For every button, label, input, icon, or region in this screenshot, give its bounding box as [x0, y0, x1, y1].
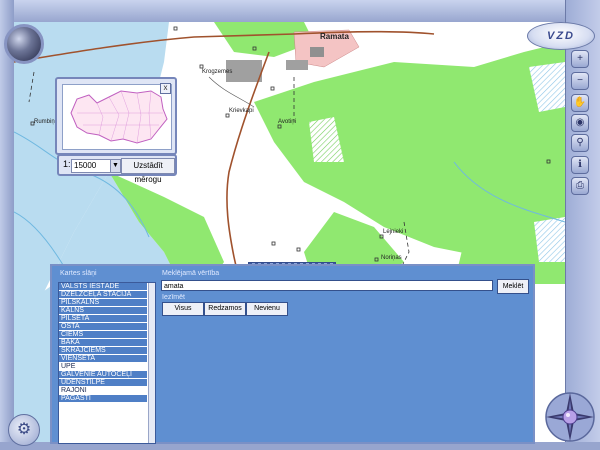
layer-item[interactable]: CIEMS: [59, 331, 147, 339]
settings-gear-icon[interactable]: ⚙: [8, 414, 40, 446]
latvia-outline: [70, 90, 168, 144]
chevron-down-icon[interactable]: ▼: [110, 159, 121, 173]
select-none-button[interactable]: Nevienu: [246, 302, 288, 316]
layer-item[interactable]: BĀKA: [59, 339, 147, 347]
zoom-in-icon[interactable]: +: [571, 50, 589, 68]
layer-item[interactable]: OSTA: [59, 323, 147, 331]
search-input[interactable]: amata: [161, 280, 493, 291]
overview-map[interactable]: [62, 84, 172, 150]
place-label-lejnieki: Lejnieki: [383, 229, 403, 235]
layer-item[interactable]: VIENSĒTA: [59, 355, 147, 363]
place-label-krievkapi: Krievkapi: [229, 108, 254, 114]
building: [286, 60, 308, 70]
layer-list[interactable]: VALSTS IESTĀDE DZELZCEĻA STACIJA PILSKALNS…: [58, 282, 156, 444]
print-icon[interactable]: ⎙: [571, 177, 589, 195]
scale-control: 1: 15000 ▼ Uzstādīt mērogu: [57, 154, 177, 184]
layer-item[interactable]: SKRAJCIEMS: [59, 347, 147, 355]
pan-hand-icon[interactable]: ✋: [571, 94, 589, 112]
measure-icon[interactable]: ⚲: [571, 134, 589, 152]
compass-icon[interactable]: [543, 390, 597, 444]
globe-icon[interactable]: [4, 24, 44, 64]
place-label-avotini: Avotiņi: [278, 119, 296, 125]
info-icon[interactable]: ℹ: [571, 156, 589, 174]
layer-item[interactable]: ŪDENSTILPE: [59, 379, 147, 387]
set-scale-button[interactable]: Uzstādīt mērogu: [121, 158, 175, 184]
place-label-ramata: Ramata: [320, 32, 349, 41]
layer-item[interactable]: DZELZCEĻA STACIJA: [59, 291, 147, 299]
results-area: [160, 318, 528, 442]
layers-label: Kartes slāņi: [60, 270, 97, 277]
select-visible-button[interactable]: Redzamos: [204, 302, 246, 316]
select-all-button[interactable]: Visus: [162, 302, 204, 316]
building: [310, 47, 324, 57]
layer-list-scrollbar[interactable]: [148, 283, 155, 443]
close-icon[interactable]: x: [160, 83, 171, 94]
layer-item[interactable]: PILSĒTA: [59, 315, 147, 323]
scale-prefix: 1:: [63, 159, 71, 169]
place-label-rumbini: Rumbiņi: [34, 119, 56, 125]
layer-item[interactable]: VALSTS IESTĀDE: [59, 283, 147, 291]
scale-select[interactable]: 15000: [71, 159, 113, 173]
left-frame: [0, 0, 14, 450]
identify-icon[interactable]: ◉: [571, 114, 589, 132]
place-label-krogzemes: Krogzemes: [202, 69, 232, 75]
show-label: Iezīmēt: [162, 294, 185, 301]
top-frame: [0, 0, 600, 23]
place-label-norinas: Noriņas: [381, 255, 402, 261]
layer-item[interactable]: UPE: [59, 363, 147, 371]
layer-item[interactable]: KALNS: [59, 307, 147, 315]
layer-item[interactable]: GALVENIE AUTOCEĻI: [59, 371, 147, 379]
layer-item[interactable]: PAGASTI: [59, 395, 147, 403]
search-panel: Kartes slāņi Meklējamā vērtība VALSTS IE…: [50, 264, 535, 444]
search-button[interactable]: Meklēt: [497, 279, 529, 294]
layer-item[interactable]: RAJONI: [59, 387, 147, 395]
zoom-out-icon[interactable]: −: [571, 72, 589, 90]
search-label: Meklējamā vērtība: [162, 270, 220, 277]
vzd-logo: VZD: [527, 22, 595, 50]
wetland-hatch: [534, 217, 565, 262]
overview-map-window: x: [55, 77, 177, 155]
layer-item[interactable]: PILSKALNS: [59, 299, 147, 307]
